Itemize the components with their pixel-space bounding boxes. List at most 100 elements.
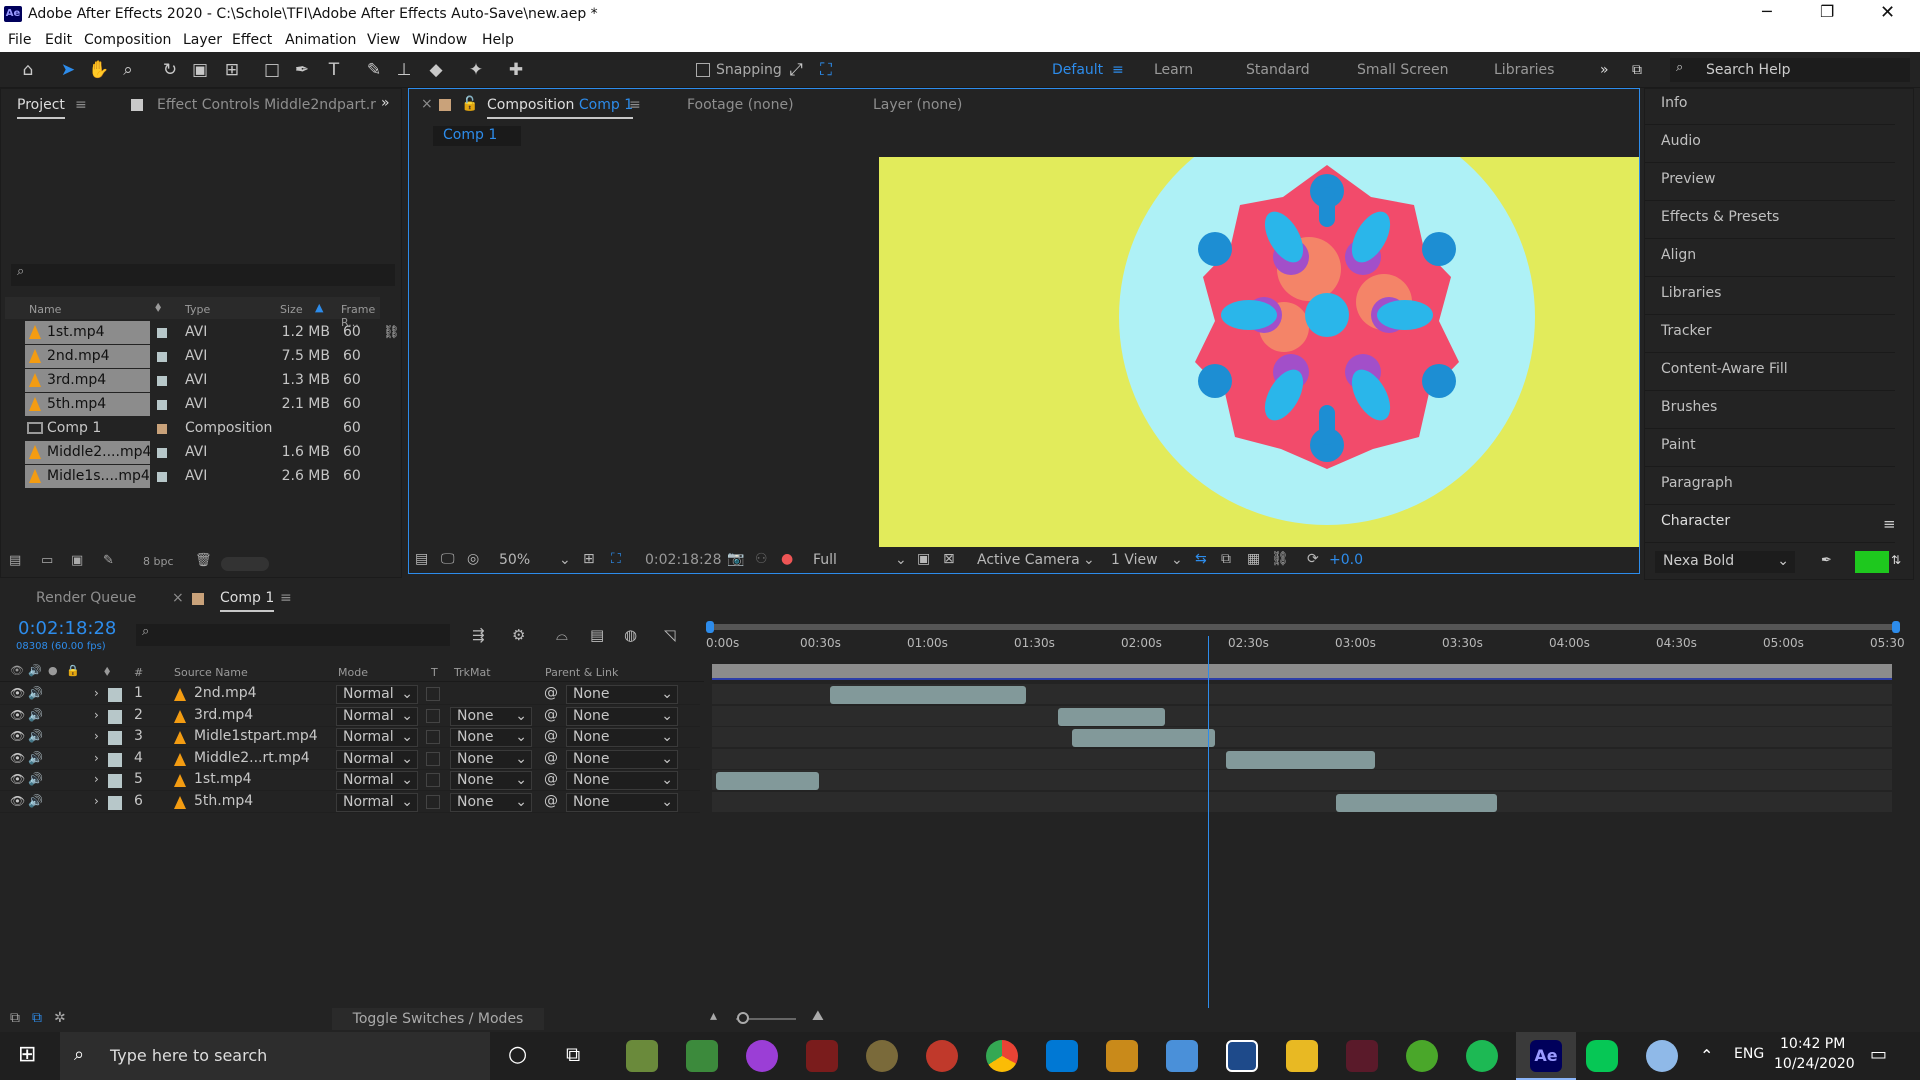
control-panel-icon[interactable]: [1166, 1040, 1198, 1072]
more-tabs-icon[interactable]: »: [381, 95, 390, 111]
audio-icon[interactable]: 🔊: [28, 794, 43, 808]
preserve-transparency-checkbox[interactable]: [426, 730, 440, 744]
transfer-controls-icon[interactable]: ⧉: [32, 1010, 42, 1026]
layer-duration-bar[interactable]: [1225, 750, 1376, 769]
color-depth-button[interactable]: 8 bpc: [143, 555, 174, 568]
layer-duration-bar[interactable]: [1336, 793, 1497, 812]
workspace-menu-icon[interactable]: ≡: [1112, 62, 1124, 78]
navigator-start-handle[interactable]: [706, 621, 714, 633]
time-ruler[interactable]: [710, 634, 1896, 662]
motion-blur-icon[interactable]: ◍: [624, 626, 637, 644]
tab-composition[interactable]: Composition Comp 1: [487, 97, 634, 119]
chevron-up-icon[interactable]: ⌃: [1700, 1046, 1713, 1065]
toggle-switches-modes-button[interactable]: Toggle Switches / Modes: [332, 1008, 544, 1030]
label-color[interactable]: [108, 731, 122, 745]
menu-effect[interactable]: Effect: [232, 32, 272, 48]
workspace-learn[interactable]: Learn: [1154, 62, 1193, 78]
label-color[interactable]: [157, 376, 167, 386]
chevron-down-icon[interactable]: ⌄: [559, 552, 571, 568]
close-tab-icon[interactable]: ×: [172, 590, 184, 606]
workspace-libraries[interactable]: Libraries: [1494, 62, 1554, 78]
snapshot-icon[interactable]: 📷: [727, 551, 744, 567]
preserve-transparency-checkbox[interactable]: [426, 794, 440, 809]
tab-project[interactable]: Project: [17, 97, 65, 119]
visibility-eye-icon[interactable]: 👁: [10, 686, 25, 700]
comp-viewer[interactable]: [879, 157, 1639, 547]
track-matte-dropdown[interactable]: None ⌄: [450, 792, 532, 812]
rotate-tool-icon[interactable]: ↻: [160, 60, 180, 80]
col-mode[interactable]: Mode: [338, 666, 368, 679]
layer-source-name[interactable]: 1st.mp4: [194, 771, 252, 787]
purple-app-icon[interactable]: [746, 1040, 778, 1072]
panel-menu-icon[interactable]: ≡: [1883, 515, 1896, 533]
label-color[interactable]: [157, 328, 167, 338]
workspace-small-screen[interactable]: Small Screen: [1357, 62, 1448, 78]
menu-file[interactable]: File: [8, 32, 31, 48]
input-language[interactable]: ENG: [1734, 1046, 1764, 1062]
panel-brushes[interactable]: Brushes: [1645, 393, 1895, 429]
exposure-value[interactable]: +0.0: [1329, 552, 1363, 568]
region-of-interest-icon[interactable]: ▣: [917, 551, 930, 567]
parent-dropdown[interactable]: None ⌄: [566, 749, 678, 769]
blend-mode-dropdown[interactable]: Normal ⌄: [336, 706, 418, 726]
toggle-pixel-aspect-icon[interactable]: ⇆: [1195, 551, 1207, 567]
layer-duration-bar[interactable]: [829, 686, 1026, 704]
vscode-icon[interactable]: [1046, 1040, 1078, 1072]
pen-tool-icon[interactable]: ✒: [292, 60, 312, 80]
col-trkmat[interactable]: TrkMat: [454, 666, 491, 679]
swap-colors-icon[interactable]: ⇅: [1891, 553, 1901, 567]
panel-menu-icon[interactable]: ≡: [629, 97, 641, 113]
type-tool-icon[interactable]: T: [324, 60, 344, 80]
camera-tool-icon[interactable]: ▣: [190, 60, 210, 80]
monitor-icon[interactable]: 🖵: [441, 551, 455, 567]
menu-composition[interactable]: Composition: [84, 32, 171, 48]
taskbar-search-box[interactable]: ⌕ Type here to search: [60, 1032, 490, 1080]
panel-paragraph[interactable]: Paragraph: [1645, 469, 1895, 505]
mushroom-app-icon[interactable]: [926, 1040, 958, 1072]
blend-mode-dropdown[interactable]: Normal ⌄: [336, 792, 418, 812]
chevron-down-icon[interactable]: ⌄: [1083, 552, 1095, 568]
game-badge-icon[interactable]: [866, 1040, 898, 1072]
layer-track[interactable]: [712, 705, 1892, 727]
track-matte-dropdown[interactable]: None ⌄: [450, 771, 532, 790]
brush-tool-icon[interactable]: ✎: [364, 60, 384, 80]
preserve-transparency-checkbox[interactable]: [426, 708, 440, 723]
layer-duration-bar[interactable]: [715, 772, 819, 790]
minimize-icon[interactable]: ─: [1762, 2, 1772, 21]
parent-dropdown[interactable]: None ⌄: [566, 792, 678, 812]
tab-render-queue[interactable]: Render Queue: [36, 590, 136, 606]
visibility-eye-icon[interactable]: 👁: [10, 794, 25, 808]
draft-3d-icon[interactable]: ⚙: [512, 626, 525, 644]
home-icon[interactable]: ⌂: [18, 60, 38, 80]
tab-footage[interactable]: Footage (none): [687, 97, 794, 113]
panel-tracker[interactable]: Tracker: [1645, 317, 1895, 353]
thumbnail-slider[interactable]: [221, 557, 269, 571]
chrome-icon[interactable]: [986, 1040, 1018, 1072]
label-color[interactable]: [157, 472, 167, 482]
label-color[interactable]: [157, 400, 167, 410]
layer-duration-bar[interactable]: [1057, 707, 1165, 726]
label-color[interactable]: [157, 448, 167, 458]
audio-icon[interactable]: 🔊: [28, 708, 43, 722]
navigator-end-handle[interactable]: [1892, 621, 1900, 633]
layer-source-name[interactable]: 3rd.mp4: [194, 707, 253, 723]
panel-menu-icon[interactable]: ≡: [75, 97, 87, 113]
menu-layer[interactable]: Layer: [183, 32, 222, 48]
parent-dropdown[interactable]: None ⌄: [566, 685, 678, 704]
zoom-tool-icon[interactable]: ⌕: [118, 60, 138, 80]
dark-app-icon[interactable]: [1346, 1040, 1378, 1072]
project-item[interactable]: 2nd.mp4 AVI 7.5 MB 60: [5, 345, 380, 369]
project-item[interactable]: 1st.mp4 AVI 1.2 MB 60: [5, 321, 380, 345]
visibility-eye-icon[interactable]: 👁: [10, 751, 25, 765]
layer-duration-bar[interactable]: [1072, 729, 1215, 747]
tab-effect-controls[interactable]: Effect Controls Middle2ndpart.r: [157, 97, 376, 113]
label-tag-icon[interactable]: ⬧: [155, 299, 161, 315]
pick-whip-icon[interactable]: @: [544, 771, 558, 787]
layer-track[interactable]: [712, 684, 1892, 705]
visibility-eye-icon[interactable]: 👁: [10, 729, 25, 743]
track-matte-dropdown[interactable]: None ⌄: [450, 749, 532, 769]
expand-chevron-icon[interactable]: ›: [94, 686, 99, 700]
puppet-pin-tool-icon[interactable]: ✚: [506, 60, 526, 80]
after-effects-taskbar-button[interactable]: Ae: [1516, 1032, 1576, 1080]
label-color[interactable]: [108, 795, 122, 810]
